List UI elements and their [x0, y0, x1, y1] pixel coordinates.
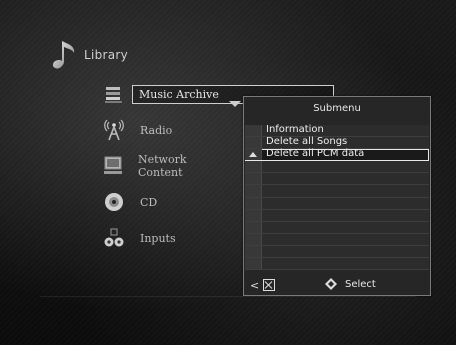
menu-item-inputs[interactable]: Inputs: [102, 224, 176, 252]
submenu-empty-row: [245, 197, 429, 210]
submenu-title: Submenu: [313, 103, 361, 114]
menu-item-label: CD: [140, 195, 158, 209]
radio-tower-icon: [102, 118, 126, 142]
menu-item-label: Network Content: [138, 153, 187, 179]
submenu-item-label: Delete all PCM data: [266, 148, 365, 160]
row-gutter: [245, 185, 262, 197]
row-gutter: [245, 161, 262, 173]
submenu-item-delete-all-pcm-data[interactable]: Delete all PCM data: [245, 148, 429, 162]
row-gutter: [245, 221, 262, 233]
submenu-panel: Submenu Information Delete all Songs Del…: [243, 96, 431, 296]
divider: [40, 296, 416, 297]
submenu-empty-row: [245, 209, 429, 222]
submenu-empty-row: [245, 185, 429, 198]
submenu-empty-row: [245, 221, 429, 234]
row-gutter: [245, 149, 262, 161]
library-title: Library: [84, 48, 129, 62]
submenu-item-label: Information: [266, 124, 324, 135]
submenu-empty-row: [245, 245, 429, 259]
music-archive-icon: [102, 82, 126, 106]
back-arrow-icon[interactable]: <: [250, 279, 259, 292]
row-gutter: [245, 125, 262, 137]
music-note-icon: [52, 41, 75, 69]
inputs-icon: [102, 226, 126, 250]
submenu-footer: < Select: [244, 275, 430, 295]
cd-disc-icon: [102, 190, 126, 214]
row-gutter: [245, 197, 262, 209]
network-computer-icon: [102, 154, 124, 178]
submenu-item-label: Delete all Songs: [266, 136, 348, 148]
submenu-empty-row: [245, 161, 429, 174]
submenu-pointer: [229, 101, 241, 107]
row-gutter: [245, 173, 262, 185]
nav-diamond-icon: [325, 278, 337, 290]
row-gutter: [245, 258, 262, 270]
menu-item-label: Radio: [140, 123, 173, 137]
cancel-box-icon[interactable]: [263, 279, 275, 291]
row-gutter: [245, 209, 262, 221]
row-gutter: [245, 233, 262, 245]
submenu-empty-row: [245, 233, 429, 246]
library-header: Library: [50, 35, 128, 75]
submenu-empty-row: [245, 173, 429, 186]
select-label[interactable]: Select: [345, 279, 376, 290]
row-gutter: [245, 245, 262, 258]
submenu-empty-row: [245, 258, 429, 271]
row-gutter: [245, 137, 262, 149]
menu-item-network-content[interactable]: Network Content: [102, 152, 189, 180]
scroll-up-arrow-icon: [249, 152, 257, 158]
submenu-list: Information Delete all Songs Delete all …: [245, 124, 429, 271]
menu-item-radio[interactable]: Radio: [102, 116, 172, 144]
menu-item-label: Inputs: [140, 231, 176, 245]
menu-item-cd[interactable]: CD: [102, 188, 157, 216]
